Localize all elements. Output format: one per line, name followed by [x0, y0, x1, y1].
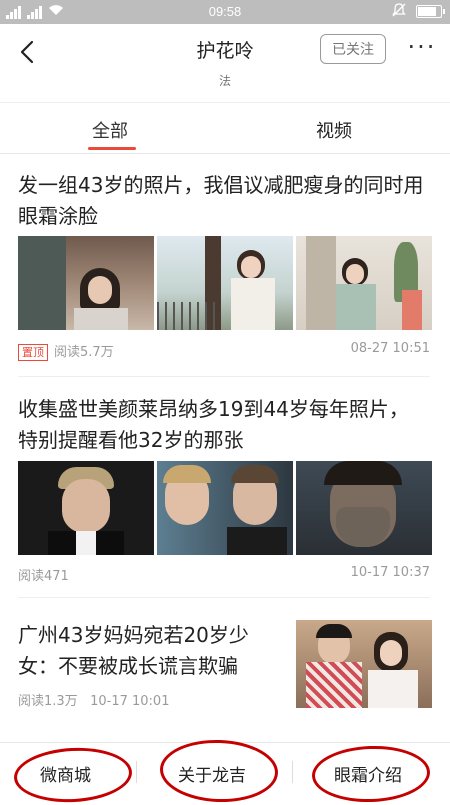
- article-card[interactable]: 广州43岁妈妈宛若20岁少女：不要被成长谎言欺骗 阅读1.3万 10-17 10…: [0, 598, 450, 742]
- article-thumbnail[interactable]: [296, 236, 432, 330]
- battery-icon: [416, 5, 445, 18]
- divider: [136, 761, 137, 783]
- pinned-badge: 置顶: [18, 344, 48, 361]
- active-tab-indicator: [88, 147, 136, 150]
- article-thumbnail[interactable]: [296, 620, 432, 708]
- status-time: 09:58: [208, 4, 242, 19]
- publish-time: 08-27 10:51: [350, 341, 430, 356]
- article-title[interactable]: 广州43岁妈妈宛若20岁少女：不要被成长谎言欺骗: [18, 620, 280, 682]
- follow-button[interactable]: 已关注: [320, 34, 386, 64]
- read-count: 阅读471: [18, 569, 69, 584]
- article-thumbnail[interactable]: [157, 461, 293, 555]
- publish-time: 10-17 10:37: [350, 565, 430, 580]
- article-card[interactable]: 收集盛世美颜莱昂纳多19到44岁每年照片，特别提醒看他32岁的那张 阅读471 …: [0, 378, 450, 598]
- tab-all[interactable]: 全部: [92, 117, 128, 143]
- article-thumbnail[interactable]: [157, 236, 293, 330]
- status-bar: 09:58: [0, 0, 450, 24]
- divider: [18, 376, 430, 377]
- article-meta: 置顶 阅读5.7万 08-27 10:51: [18, 341, 430, 361]
- article-card[interactable]: 发一组43岁的照片，我倡议减肥瘦身的同时用眼霜涂脸 置顶 阅读5.7万 08-27…: [0, 154, 450, 378]
- article-thumbnail[interactable]: [18, 461, 154, 555]
- read-count: 阅读5.7万: [54, 345, 114, 360]
- divider: [292, 761, 293, 783]
- publish-time: 10-17 10:01: [90, 694, 170, 709]
- article-meta: 阅读1.3万 10-17 10:01: [18, 690, 280, 709]
- tab-bar: 全部 视频: [0, 102, 450, 154]
- read-count: 阅读1.3万: [18, 694, 78, 709]
- article-meta: 阅读471 10-17 10:37: [18, 565, 430, 584]
- article-title[interactable]: 发一组43岁的照片，我倡议减肥瘦身的同时用眼霜涂脸: [18, 170, 428, 232]
- header: 护花呤 法 已关注 ···: [0, 24, 450, 102]
- tab-video[interactable]: 视频: [316, 117, 352, 143]
- mute-bell-icon: [392, 3, 406, 20]
- page-subtitle: 法: [218, 74, 231, 88]
- status-icons-right: [392, 3, 445, 20]
- article-thumbnail[interactable]: [18, 236, 154, 330]
- article-title[interactable]: 收集盛世美颜莱昂纳多19到44岁每年照片，特别提醒看他32岁的那张: [18, 394, 428, 456]
- more-options-icon[interactable]: ···: [404, 35, 440, 62]
- article-thumbnail[interactable]: [296, 461, 432, 555]
